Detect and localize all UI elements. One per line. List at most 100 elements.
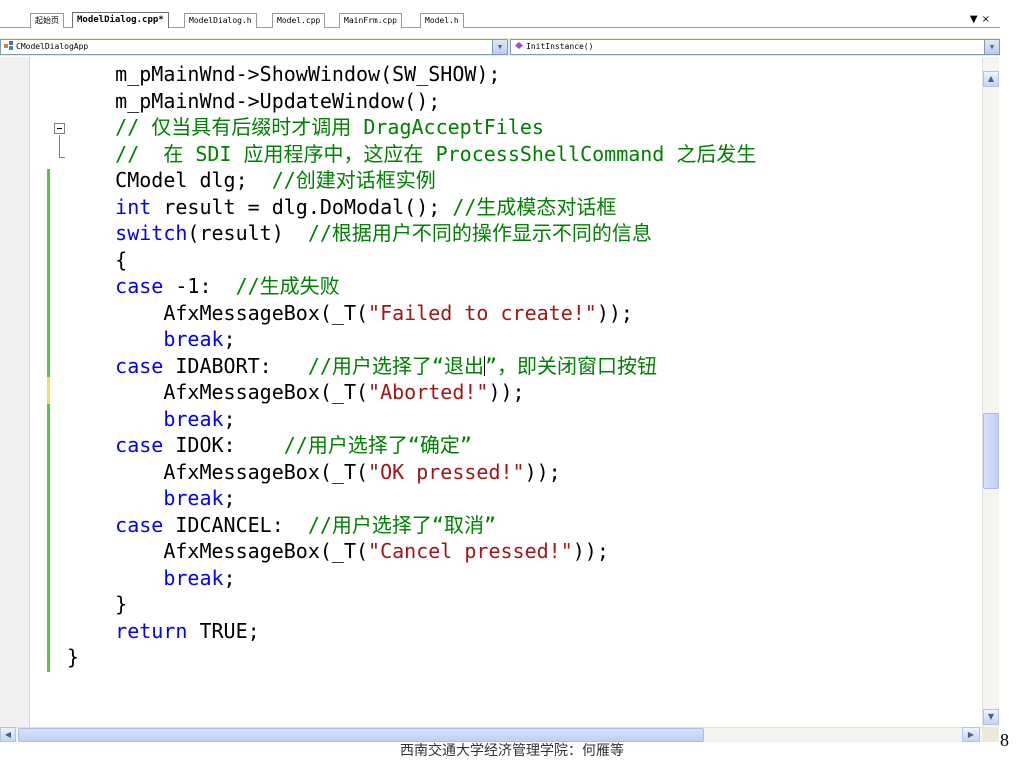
code-line: m_pMainWnd->ShowWindow(SW_SHOW); — [67, 61, 756, 88]
code-token: m_pMainWnd->UpdateWindow(); — [67, 88, 441, 113]
code-token: { — [67, 247, 128, 272]
outline-line — [59, 135, 60, 157]
slide-footer: 西南交通大学经济管理学院：何雁等 — [400, 743, 624, 759]
code-token: ; — [223, 327, 236, 351]
code-line: case IDOK: //用户选择了“确定” — [67, 432, 756, 459]
scroll-left-icon[interactable]: ◀ — [0, 727, 16, 742]
string-token: "OK pressed!" — [368, 459, 525, 484]
document-tab-strip: 起始页 ModelDialog.cpp* ModelDialog.h Model… — [0, 8, 1000, 28]
comment-token: //根据用户不同的操作显示不同的信息 — [307, 221, 652, 245]
tab-modeldialog-h[interactable]: ModelDialog.h — [184, 13, 257, 28]
navigation-bar: CModelDialogApp ▼ InitInstance() ▼ — [0, 38, 1000, 56]
keyword-token: case — [115, 512, 164, 537]
comment-token: ”，即关闭窗口按钮 — [484, 353, 658, 378]
member-combo-value: InitInstance() — [526, 42, 594, 51]
code-token: )); — [524, 459, 561, 484]
comment-token: //创建对话框实例 — [271, 168, 436, 192]
scroll-down-icon[interactable]: ▼ — [983, 709, 999, 725]
code-line: case -1: //生成失败 — [67, 273, 756, 300]
code-token: m_pMainWnd->ShowWindow(SW_SHOW); — [67, 62, 501, 86]
code-token: )); — [488, 380, 525, 404]
code-token: } — [67, 645, 80, 669]
code-line: int result = dlg.DoModal(); //生成模态对话框 — [67, 194, 756, 221]
code-line: case IDABORT: //用户选择了“退出”，即关闭窗口按钮 — [67, 353, 756, 380]
code-token: AfxMessageBox(_T( — [67, 459, 369, 484]
chevron-down-icon[interactable]: ▼ — [984, 40, 999, 54]
code-token: } — [67, 592, 128, 616]
code-token: AfxMessageBox(_T( — [67, 539, 369, 563]
code-line: CModel dlg; //创建对话框实例 — [67, 167, 756, 194]
code-token: ; — [223, 486, 236, 510]
chevron-down-icon[interactable]: ▼ — [492, 40, 507, 54]
comment-token: //用户选择了“取消” — [307, 512, 497, 537]
code-line: { — [67, 247, 756, 274]
keyword-token: break — [163, 486, 224, 510]
code-token: ; — [223, 406, 236, 431]
class-combo-value: CModelDialogApp — [16, 42, 89, 51]
code-editor[interactable]: m_pMainWnd->ShowWindow(SW_SHOW); m_pMain… — [0, 57, 982, 727]
scrollbar-corner — [982, 727, 999, 742]
code-text: m_pMainWnd->ShowWindow(SW_SHOW); m_pMain… — [67, 61, 756, 671]
outline-tick — [59, 157, 65, 158]
keyword-token: switch — [115, 221, 188, 245]
tab-model-h[interactable]: Model.h — [420, 13, 464, 28]
page-number: 8 — [1000, 730, 1009, 750]
code-line: // 在 SDI 应用程序中，这应在 ProcessShellCommand 之… — [67, 141, 756, 168]
code-line: } — [67, 644, 756, 671]
keyword-token: break — [163, 565, 224, 590]
code-line: break; — [67, 326, 756, 353]
comment-token: // 在 SDI 应用程序中，这应在 ProcessShellCommand 之… — [67, 141, 757, 166]
tab-mainfrm-cpp[interactable]: MainFrm.cpp — [339, 13, 402, 28]
comment-token: //用户选择了“退出 — [307, 353, 484, 378]
code-token: (result) — [187, 221, 308, 245]
code-line: } — [67, 591, 756, 618]
indicator-margin — [0, 57, 30, 727]
vertical-scroll-thumb[interactable] — [983, 413, 999, 489]
code-line: break; — [67, 485, 756, 512]
change-indicator-saved — [47, 169, 50, 377]
code-token: result = dlg.DoModal(); — [151, 194, 453, 219]
comment-token: //生成模态对话框 — [452, 194, 617, 219]
scroll-right-icon[interactable]: ▶ — [962, 727, 980, 742]
code-line: AfxMessageBox(_T("Cancel pressed!")); — [67, 538, 756, 565]
string-token: "Cancel pressed!" — [368, 539, 573, 563]
close-document-icon[interactable]: × — [982, 14, 994, 25]
code-line: case IDCANCEL: //用户选择了“取消” — [67, 512, 756, 539]
tab-model-cpp[interactable]: Model.cpp — [272, 13, 326, 28]
collapse-toggle-icon[interactable] — [54, 123, 65, 134]
comment-token: //用户选择了“确定” — [283, 433, 472, 457]
tab-list-dropdown-icon[interactable]: ▼ — [970, 14, 982, 25]
code-token: IDCANCEL: — [163, 512, 308, 537]
string-token: "Aborted!" — [368, 380, 489, 404]
string-token: "Failed to create!" — [368, 300, 597, 325]
code-line: // 仅当具有后缀时才调用 DragAcceptFiles — [67, 114, 756, 141]
code-token: -1: — [163, 274, 236, 298]
code-token: )); — [572, 539, 609, 563]
class-combo[interactable]: CModelDialogApp ▼ — [0, 39, 508, 55]
keyword-token: case — [115, 353, 164, 378]
code-token: ; — [223, 565, 236, 590]
keyword-token: break — [163, 327, 224, 351]
vertical-scrollbar[interactable]: ▲ ▼ — [982, 57, 999, 727]
code-line: break; — [67, 565, 756, 592]
tab-modeldialog-cpp[interactable]: ModelDialog.cpp* — [72, 12, 169, 28]
keyword-token: case — [115, 433, 164, 457]
keyword-token: return — [115, 618, 188, 643]
keyword-token: break — [163, 406, 224, 431]
code-line: switch(result) //根据用户不同的操作显示不同的信息 — [67, 220, 756, 247]
code-line: m_pMainWnd->UpdateWindow(); — [67, 88, 756, 115]
comment-token: //生成失败 — [235, 274, 340, 298]
code-line: return TRUE; — [67, 618, 756, 645]
scroll-up-icon[interactable]: ▲ — [983, 71, 999, 87]
tab-start-page[interactable]: 起始页 — [30, 13, 64, 28]
member-combo[interactable]: InitInstance() ▼ — [510, 39, 1000, 55]
